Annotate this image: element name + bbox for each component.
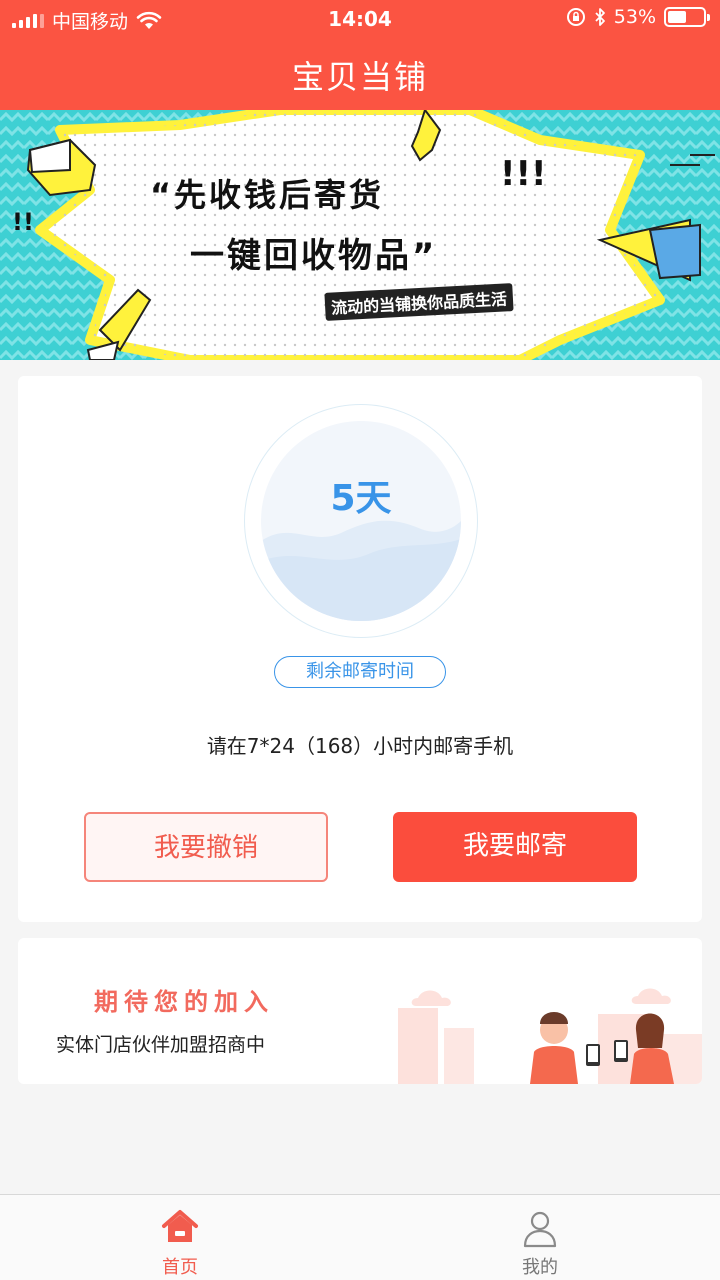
send-button[interactable]: 我要邮寄 [393,812,637,882]
franchise-card[interactable]: 期待您的加入 实体门店伙伴加盟招商中 [18,938,702,1084]
remaining-time-pill: 剩余邮寄时间 [274,656,446,688]
svg-text:!!: !! [12,208,34,236]
banner-slogan-line1: “先收钱后寄货 [150,176,385,214]
cancel-button[interactable]: 我要撤销 [84,812,328,882]
battery-fill [668,11,686,23]
countdown-circle-inner: 5天 [261,421,461,621]
user-icon [523,1211,557,1248]
top-bar: 中国移动 14:04 53% 宝贝当铺 [0,0,720,110]
instruction-text: 请在7*24（168）小时内邮寄手机 [206,734,514,758]
franchise-subtitle: 实体门店伙伴加盟招商中 [56,1034,266,1056]
countdown-card: 5天 剩余邮寄时间 请在7*24（168）小时内邮寄手机 我要撤销 我要邮寄 [18,376,702,922]
franchise-title: 期待您的加入 [94,988,274,1016]
countdown-circle: 5天 [244,404,478,638]
status-right: 53% [566,6,710,28]
tab-me[interactable]: 我的 [360,1195,720,1280]
wave-decoration [261,520,461,621]
countdown-days: 5天 [330,478,392,519]
banner-slogan-line2: 一键回收物品” [190,236,438,276]
battery-percent: 53% [613,6,656,28]
tab-home-label: 首页 [162,1257,198,1278]
bluetooth-icon [595,8,605,26]
tab-me-label: 我的 [522,1257,558,1278]
promo-banner[interactable]: !!! !! “先收钱后寄货 一键回收物品” 流动的当铺换你品质生活 [0,110,720,360]
tab-bar: 首页 我的 [0,1194,720,1280]
status-bar: 中国移动 14:04 53% [0,0,720,38]
tab-home[interactable]: 首页 [0,1195,360,1280]
home-icon [162,1210,198,1242]
franchise-illustration [398,988,702,1084]
orientation-lock-icon [566,8,585,26]
svg-text:!!!: !!! [500,154,547,194]
battery-icon [664,7,710,27]
page-title: 宝贝当铺 [291,58,428,96]
